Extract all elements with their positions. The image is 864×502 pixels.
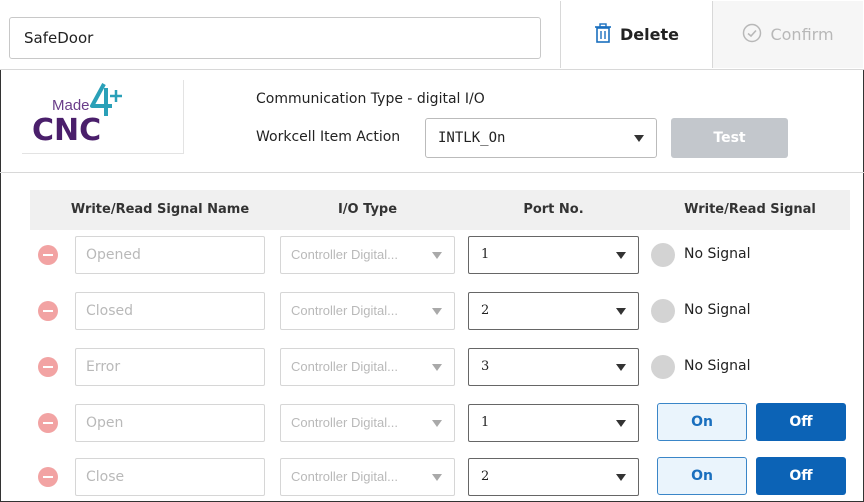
- signal-name-input[interactable]: Close: [75, 458, 265, 496]
- table-header: Write/Read Signal Name I/O Type Port No.…: [30, 190, 850, 230]
- port-select[interactable]: 2: [468, 458, 639, 496]
- io-type-value: Controller Digital...: [291, 247, 398, 262]
- io-type-select[interactable]: Controller Digital...: [280, 292, 455, 330]
- io-type-select[interactable]: Controller Digital...: [280, 404, 455, 442]
- signal-on-button[interactable]: On: [657, 403, 747, 441]
- port-value: 1: [481, 247, 490, 262]
- remove-row-button[interactable]: [38, 467, 58, 487]
- io-type-value: Controller Digital...: [291, 303, 398, 318]
- table-row: Error Controller Digital... 3 No Signal: [0, 342, 864, 392]
- port-select[interactable]: 1: [468, 404, 639, 442]
- section-divider: [0, 172, 864, 173]
- chevron-down-icon: [432, 252, 442, 259]
- delete-button[interactable]: Delete: [560, 1, 712, 68]
- made4cnc-logo: Made CNC: [22, 80, 184, 154]
- test-button[interactable]: Test: [671, 118, 788, 158]
- table-row: Opened Controller Digital... 1 No Signal: [0, 230, 864, 280]
- svg-text:Made: Made: [52, 97, 90, 114]
- signal-on-button[interactable]: On: [657, 457, 747, 495]
- column-header-port-no: Port No.: [523, 202, 584, 217]
- port-value: 3: [481, 359, 490, 374]
- chevron-down-icon: [616, 474, 626, 481]
- remove-row-button[interactable]: [38, 245, 58, 265]
- io-type-value: Controller Digital...: [291, 415, 398, 430]
- column-header-signal-name: Write/Read Signal Name: [70, 202, 250, 217]
- svg-text:CNC: CNC: [32, 113, 101, 148]
- workcell-action-select[interactable]: INTLK_On: [425, 118, 657, 158]
- chevron-down-icon: [432, 420, 442, 427]
- chevron-down-icon: [432, 308, 442, 315]
- confirm-label: Confirm: [770, 25, 834, 44]
- signal-name-input[interactable]: Closed: [75, 292, 265, 330]
- chevron-down-icon: [616, 420, 626, 427]
- port-value: 2: [481, 469, 490, 484]
- column-header-io-type: I/O Type: [337, 202, 398, 217]
- communication-type-label: Communication Type - digital I/O: [256, 91, 485, 107]
- trash-icon: [594, 22, 612, 47]
- remove-row-button[interactable]: [38, 357, 58, 377]
- io-type-value: Controller Digital...: [291, 469, 398, 484]
- chevron-down-icon: [432, 474, 442, 481]
- header-bar: SafeDoor Delete Confirm: [0, 0, 864, 70]
- port-select[interactable]: 1: [468, 236, 639, 274]
- chevron-down-icon: [616, 308, 626, 315]
- chevron-down-icon: [616, 252, 626, 259]
- signal-status: No Signal: [684, 302, 751, 318]
- signal-name-input[interactable]: Error: [75, 348, 265, 386]
- signal-status: No Signal: [684, 358, 751, 374]
- io-type-value: Controller Digital...: [291, 359, 398, 374]
- io-type-select[interactable]: Controller Digital...: [280, 348, 455, 386]
- signal-status: No Signal: [684, 246, 751, 262]
- chevron-down-icon: [432, 364, 442, 371]
- signal-indicator: [651, 355, 675, 379]
- signal-off-button[interactable]: Off: [756, 403, 846, 441]
- signal-name-input[interactable]: Opened: [75, 236, 265, 274]
- port-value: 1: [481, 415, 490, 430]
- workcell-action-value: INTLK_On: [438, 130, 506, 146]
- io-type-select[interactable]: Controller Digital...: [280, 458, 455, 496]
- signal-indicator: [651, 299, 675, 323]
- chevron-down-icon: [616, 364, 626, 371]
- confirm-button[interactable]: Confirm: [712, 1, 863, 68]
- port-select[interactable]: 2: [468, 292, 639, 330]
- port-select[interactable]: 3: [468, 348, 639, 386]
- signal-name-input[interactable]: Open: [75, 404, 265, 442]
- check-circle-icon: [742, 23, 762, 47]
- chevron-down-icon: [634, 135, 644, 142]
- workcell-action-label: Workcell Item Action: [256, 129, 401, 145]
- item-name-input[interactable]: SafeDoor: [9, 17, 541, 59]
- remove-row-button[interactable]: [38, 413, 58, 433]
- signal-indicator: [651, 243, 675, 267]
- delete-label: Delete: [620, 25, 679, 44]
- io-type-select[interactable]: Controller Digital...: [280, 236, 455, 274]
- signal-off-button[interactable]: Off: [756, 457, 846, 495]
- table-row: Open Controller Digital... 1 On Off: [0, 398, 864, 448]
- table-row: Closed Controller Digital... 2 No Signal: [0, 286, 864, 336]
- table-row: Close Controller Digital... 2 On Off: [0, 452, 864, 502]
- port-value: 2: [481, 303, 490, 318]
- remove-row-button[interactable]: [38, 301, 58, 321]
- column-header-signal: Write/Read Signal: [684, 202, 816, 217]
